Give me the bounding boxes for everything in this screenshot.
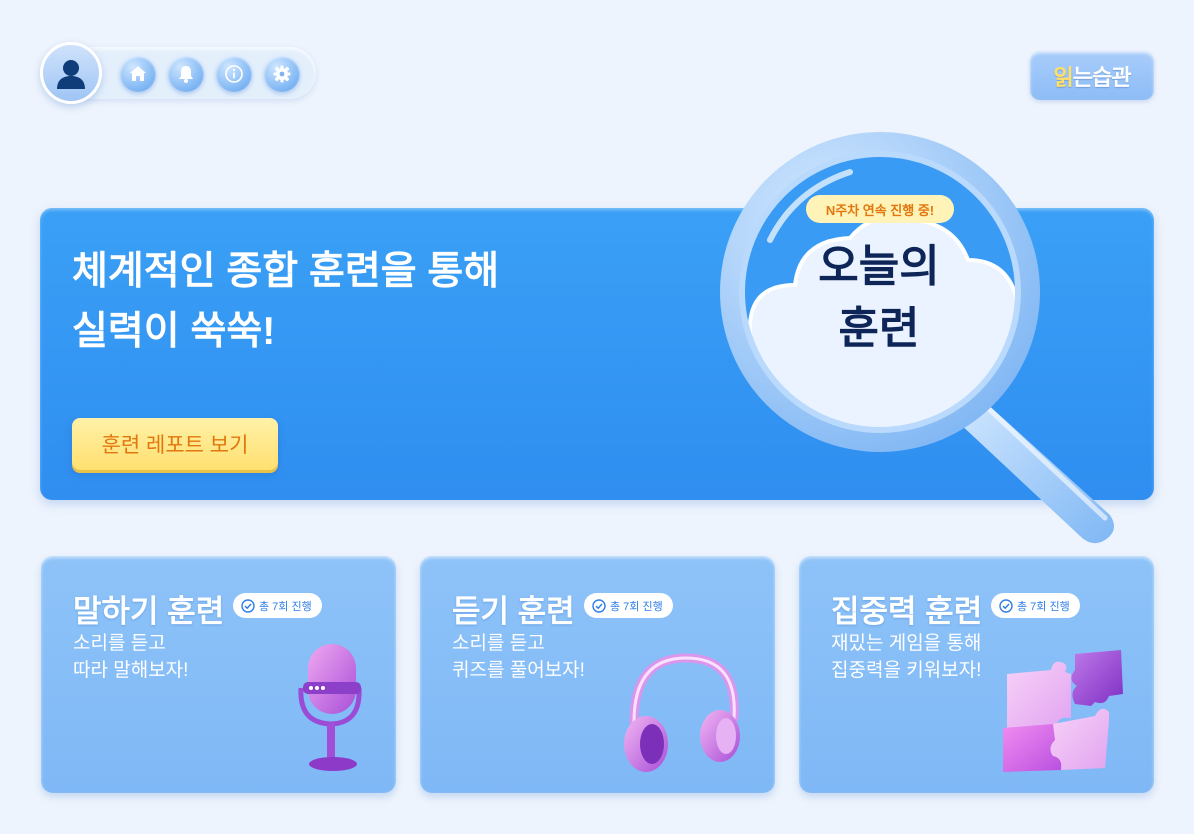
- info-icon: [225, 65, 243, 83]
- bell-icon: [179, 66, 193, 83]
- card-description: 재밌는 게임을 통해 집중력을 키워보자!: [831, 633, 982, 681]
- check-circle-icon: [241, 598, 255, 613]
- user-avatar-icon: [57, 60, 85, 89]
- card-description: 소리를 듣고 퀴즈를 풀어보자!: [452, 633, 585, 681]
- logo-text-first: 읽: [1053, 64, 1074, 90]
- hero-title: 체계적인 종합 훈련을 통해 실력이 쑥쑥!: [72, 250, 500, 353]
- headphones-icon: [624, 653, 740, 772]
- puzzle-icon: [1003, 650, 1123, 772]
- listening-training-card[interactable]: 듣기 훈련 총 7회 진행 소리를 듣고 퀴즈를 풀어보자!: [420, 556, 775, 793]
- home-icon: [130, 66, 146, 81]
- speaking-training-card[interactable]: 말하기 훈련 총 7회 진행 소리를 듣고 따라 말해보자!: [41, 556, 396, 793]
- card-title: 집중력 훈련: [831, 594, 983, 629]
- notification-button[interactable]: [168, 56, 204, 92]
- top-nav: [40, 42, 316, 104]
- info-button[interactable]: [216, 56, 252, 92]
- logo-text: 읽는습관: [1053, 60, 1132, 92]
- app-logo[interactable]: 읽는습관: [1030, 51, 1154, 100]
- profile-button[interactable]: [40, 42, 102, 104]
- gear-icon: [273, 65, 291, 83]
- card-title: 듣기 훈련: [452, 594, 575, 629]
- card-description: 소리를 듣고 따라 말해보자!: [73, 633, 189, 681]
- check-circle-icon: [592, 598, 606, 613]
- card-title: 말하기 훈련: [73, 594, 225, 629]
- session-count-badge: 총 7회 진행: [584, 593, 673, 618]
- magnifier-handle: [958, 402, 1114, 544]
- logo-text-rest: 는습관: [1072, 64, 1132, 90]
- session-count-text: 총 7회 진행: [259, 600, 312, 613]
- view-report-button[interactable]: 훈련 레포트 보기: [72, 418, 278, 470]
- today-training-label[interactable]: 오늘의 훈련: [790, 236, 968, 360]
- focus-training-card[interactable]: 집중력 훈련 총 7회 진행 재밌는 게임을 통해 집중력을 키워보자!: [799, 556, 1154, 793]
- session-count-text: 총 7회 진행: [610, 600, 663, 613]
- session-count-badge: 총 7회 진행: [233, 593, 322, 618]
- streak-badge: N주차 연속 진행 중!: [806, 195, 954, 223]
- check-circle-icon: [999, 598, 1013, 613]
- session-count-text: 총 7회 진행: [1017, 600, 1070, 613]
- microphone-icon: [298, 644, 362, 771]
- settings-button[interactable]: [264, 56, 300, 92]
- home-button[interactable]: [120, 56, 156, 92]
- session-count-badge: 총 7회 진행: [991, 593, 1080, 618]
